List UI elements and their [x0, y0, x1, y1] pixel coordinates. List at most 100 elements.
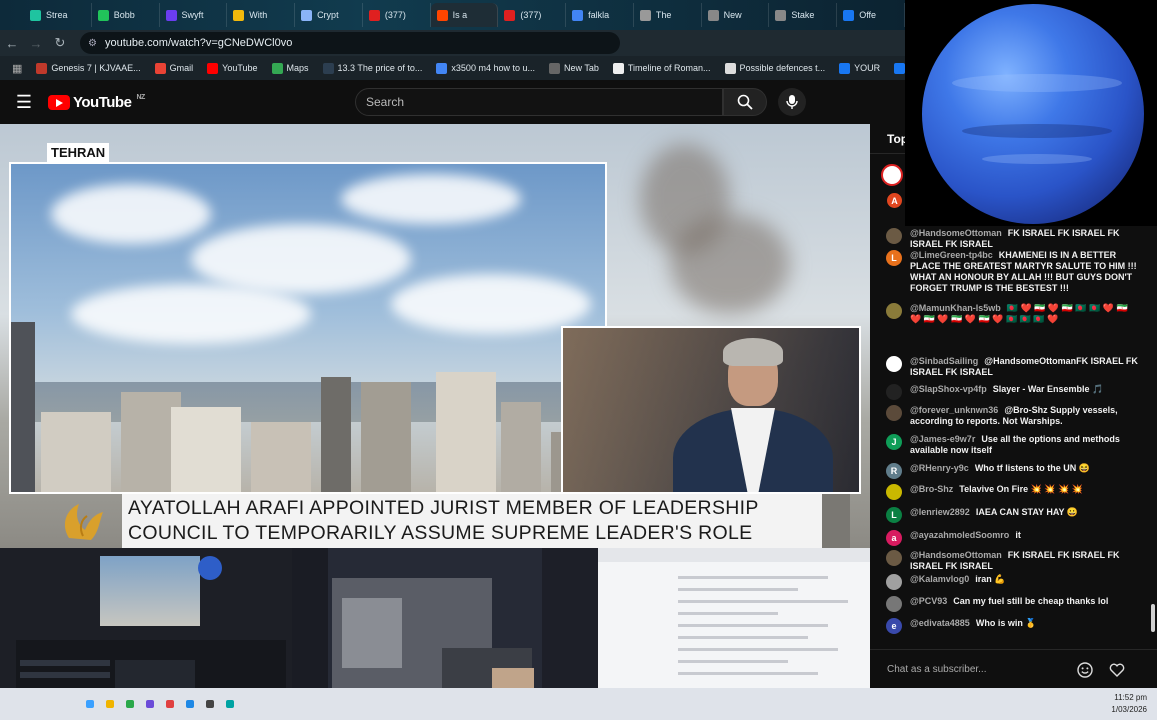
video-player[interactable]: TEHRAN AYATOLLAH ARAFI APPOINTED JURIST …	[0, 124, 870, 548]
chat-message[interactable]: @SlapShox-vp4fp Slayer - War Ensemble 🎵	[886, 384, 1141, 400]
browser-tab[interactable]: New	[702, 3, 770, 27]
chat-author[interactable]: @ayazahmoledSoomro	[910, 530, 1009, 540]
bookmark-label: Genesis 7 | KJVAAE...	[51, 63, 141, 73]
menu-icon[interactable]: ☰	[0, 92, 48, 113]
chat-avatar[interactable]	[886, 574, 902, 590]
taskbar-app-icon[interactable]	[86, 700, 94, 708]
chat-message[interactable]: L @lenriew2892 IAEA CAN STAY HAY 😀	[886, 507, 1141, 523]
bookmark-item[interactable]: YouTube	[201, 62, 263, 74]
chat-avatar[interactable]	[886, 356, 902, 372]
chat-scrollbar[interactable]	[1151, 224, 1155, 644]
chat-avatar[interactable]	[886, 384, 902, 400]
region-code: NZ	[136, 93, 145, 101]
chat-author[interactable]: @SinbadSailing	[910, 356, 978, 366]
chat-author[interactable]: @HandsomeOttoman	[910, 550, 1002, 560]
bookmark-item[interactable]: Maps	[266, 62, 315, 74]
cloud	[51, 184, 211, 244]
chat-avatar[interactable]	[886, 405, 902, 421]
chat-avatar[interactable]	[886, 596, 902, 612]
like-button[interactable]	[1105, 658, 1129, 682]
chat-message[interactable]: R @RHenry-y9c Who tf listens to the UN 😆	[886, 463, 1141, 479]
chat-author[interactable]: @edivata4885	[910, 618, 970, 628]
chat-input[interactable]: Chat as a subscriber...	[887, 664, 1067, 675]
back-icon[interactable]: ←	[0, 31, 24, 55]
taskbar-app-icon[interactable]	[166, 700, 174, 708]
search-button[interactable]	[723, 88, 767, 116]
taskbar-app-icon[interactable]	[146, 700, 154, 708]
apps-grid-icon[interactable]: ▦	[6, 62, 28, 75]
chat-author[interactable]: @lenriew2892	[910, 507, 970, 517]
chat-author[interactable]: @RHenry-y9c	[910, 463, 969, 473]
chat-message[interactable]: @HandsomeOttoman FK ISRAEL FK ISRAEL FK I…	[886, 550, 1141, 572]
reload-icon[interactable]: ↻	[48, 31, 72, 55]
browser-tab[interactable]: Bobb	[92, 3, 160, 27]
taskbar-app-icon[interactable]	[226, 700, 234, 708]
browser-tab[interactable]: (377)	[498, 3, 567, 27]
chat-message[interactable]: L @LimeGreen-tp4bc KHAMENEI IS IN A BETTER…	[886, 250, 1141, 294]
browser-tab[interactable]: Swyft	[160, 3, 228, 27]
browser-tab[interactable]: Crypt	[295, 3, 363, 27]
browser-tab[interactable]: Stake	[769, 3, 838, 27]
taskbar-app-icon[interactable]	[126, 700, 134, 708]
chat-author[interactable]: @Bro-Shz	[910, 484, 953, 494]
chat-message[interactable]: e @edivata4885 Who is win 🥇	[886, 618, 1141, 634]
chat-message[interactable]: @MamunKhan-ls5wb 🇧🇩 ❤️ 🇮🇷 ❤️ 🇮🇷 🇧🇩 🇧🇩 ❤️ …	[886, 303, 1141, 325]
chat-avatar[interactable]: J	[886, 434, 902, 450]
chat-avatar[interactable]	[886, 550, 902, 566]
chat-message[interactable]: @Bro-Shz Telavive On Fire 💥 💥 💥 💥	[886, 484, 1141, 500]
voice-search-button[interactable]	[778, 88, 806, 116]
chat-author[interactable]: @Kalamvlog0	[910, 574, 969, 584]
browser-tab[interactable]: Strea	[24, 3, 92, 27]
chat-author[interactable]: @PCV93	[910, 596, 947, 606]
site-info-icon[interactable]: ⚙	[88, 38, 97, 49]
browser-tab-strip: Strea Bobb Swyft With Crypt (377) Is a (377) fal…	[0, 0, 905, 30]
bookmark-item[interactable]: Possible defences t...	[719, 62, 832, 74]
chat-avatar[interactable]	[886, 303, 902, 319]
browser-tab[interactable]: With	[227, 3, 296, 27]
taskbar-clock[interactable]: 11:52 pm 1/03/2026	[1111, 692, 1147, 716]
chat-scroll-thumb[interactable]	[1151, 604, 1155, 632]
building	[171, 407, 241, 492]
chat-author[interactable]: @forever_unknwn36	[910, 405, 998, 415]
chat-message[interactable]: @HandsomeOttoman FK ISRAEL FK ISRAEL FK I…	[886, 228, 1141, 250]
bookmark-item[interactable]: Genesis 7 | KJVAAE...	[30, 62, 146, 74]
taskbar-app-icon[interactable]	[206, 700, 214, 708]
chat-author[interactable]: @SlapShox-vp4fp	[910, 384, 987, 394]
browser-tab[interactable]: (377)	[363, 3, 431, 27]
chat-message[interactable]: @forever_unknwn36 @Bro-Shz Supply vessels…	[886, 405, 1141, 427]
chat-message[interactable]: @PCV93 Can my fuel still be cheap thanks …	[886, 596, 1141, 612]
bookmark-item[interactable]: x3500 m4 how to u...	[430, 62, 541, 74]
youtube-logo[interactable]: YouTube NZ	[48, 94, 145, 111]
taskbar-app-icon[interactable]	[186, 700, 194, 708]
chat-message[interactable]: a @ayazahmoledSoomro it	[886, 530, 1141, 546]
browser-tab[interactable]: Is a	[430, 3, 499, 27]
url-bar[interactable]: ⚙ youtube.com/watch?v=gCNeDWCl0vo	[80, 32, 620, 54]
chat-avatar[interactable]: a	[886, 530, 902, 546]
bookmark-item[interactable]: Timeline of Roman...	[607, 62, 717, 74]
browser-tab[interactable]: The	[634, 3, 702, 27]
forward-icon[interactable]: →	[24, 31, 48, 55]
chat-author[interactable]: @HandsomeOttoman	[910, 228, 1002, 238]
channel-avatar[interactable]	[881, 164, 903, 186]
browser-tab[interactable]: falkla	[566, 3, 634, 27]
search-input[interactable]: Search	[355, 88, 723, 116]
taskbar-app-icon[interactable]	[106, 700, 114, 708]
chat-avatar[interactable]: L	[886, 507, 902, 523]
chat-author[interactable]: @MamunKhan-ls5wb	[910, 303, 1001, 313]
chat-author[interactable]: @James-e9w7r	[910, 434, 975, 444]
bookmark-item[interactable]: New Tab	[543, 62, 605, 74]
emoji-button[interactable]	[1073, 658, 1097, 682]
bookmark-item[interactable]: Gmail	[149, 62, 200, 74]
browser-tab[interactable]: Offe	[837, 3, 905, 27]
chat-author[interactable]: @LimeGreen-tp4bc	[910, 250, 993, 260]
chat-avatar[interactable]	[886, 484, 902, 500]
bookmark-item[interactable]: 13.3 The price of to...	[317, 62, 429, 74]
chat-message[interactable]: @SinbadSailing @HandsomeOttomanFK ISRAEL …	[886, 356, 1141, 378]
bookmark-item[interactable]: YOUR	[833, 62, 886, 74]
chat-message[interactable]: @Kalamvlog0 iran 💪	[886, 574, 1141, 590]
chat-avatar[interactable]: R	[886, 463, 902, 479]
chat-avatar[interactable]	[886, 228, 902, 244]
chat-message[interactable]: J @James-e9w7r Use all the options and met…	[886, 434, 1141, 456]
chat-avatar[interactable]: L	[886, 250, 902, 266]
chat-avatar[interactable]: e	[886, 618, 902, 634]
